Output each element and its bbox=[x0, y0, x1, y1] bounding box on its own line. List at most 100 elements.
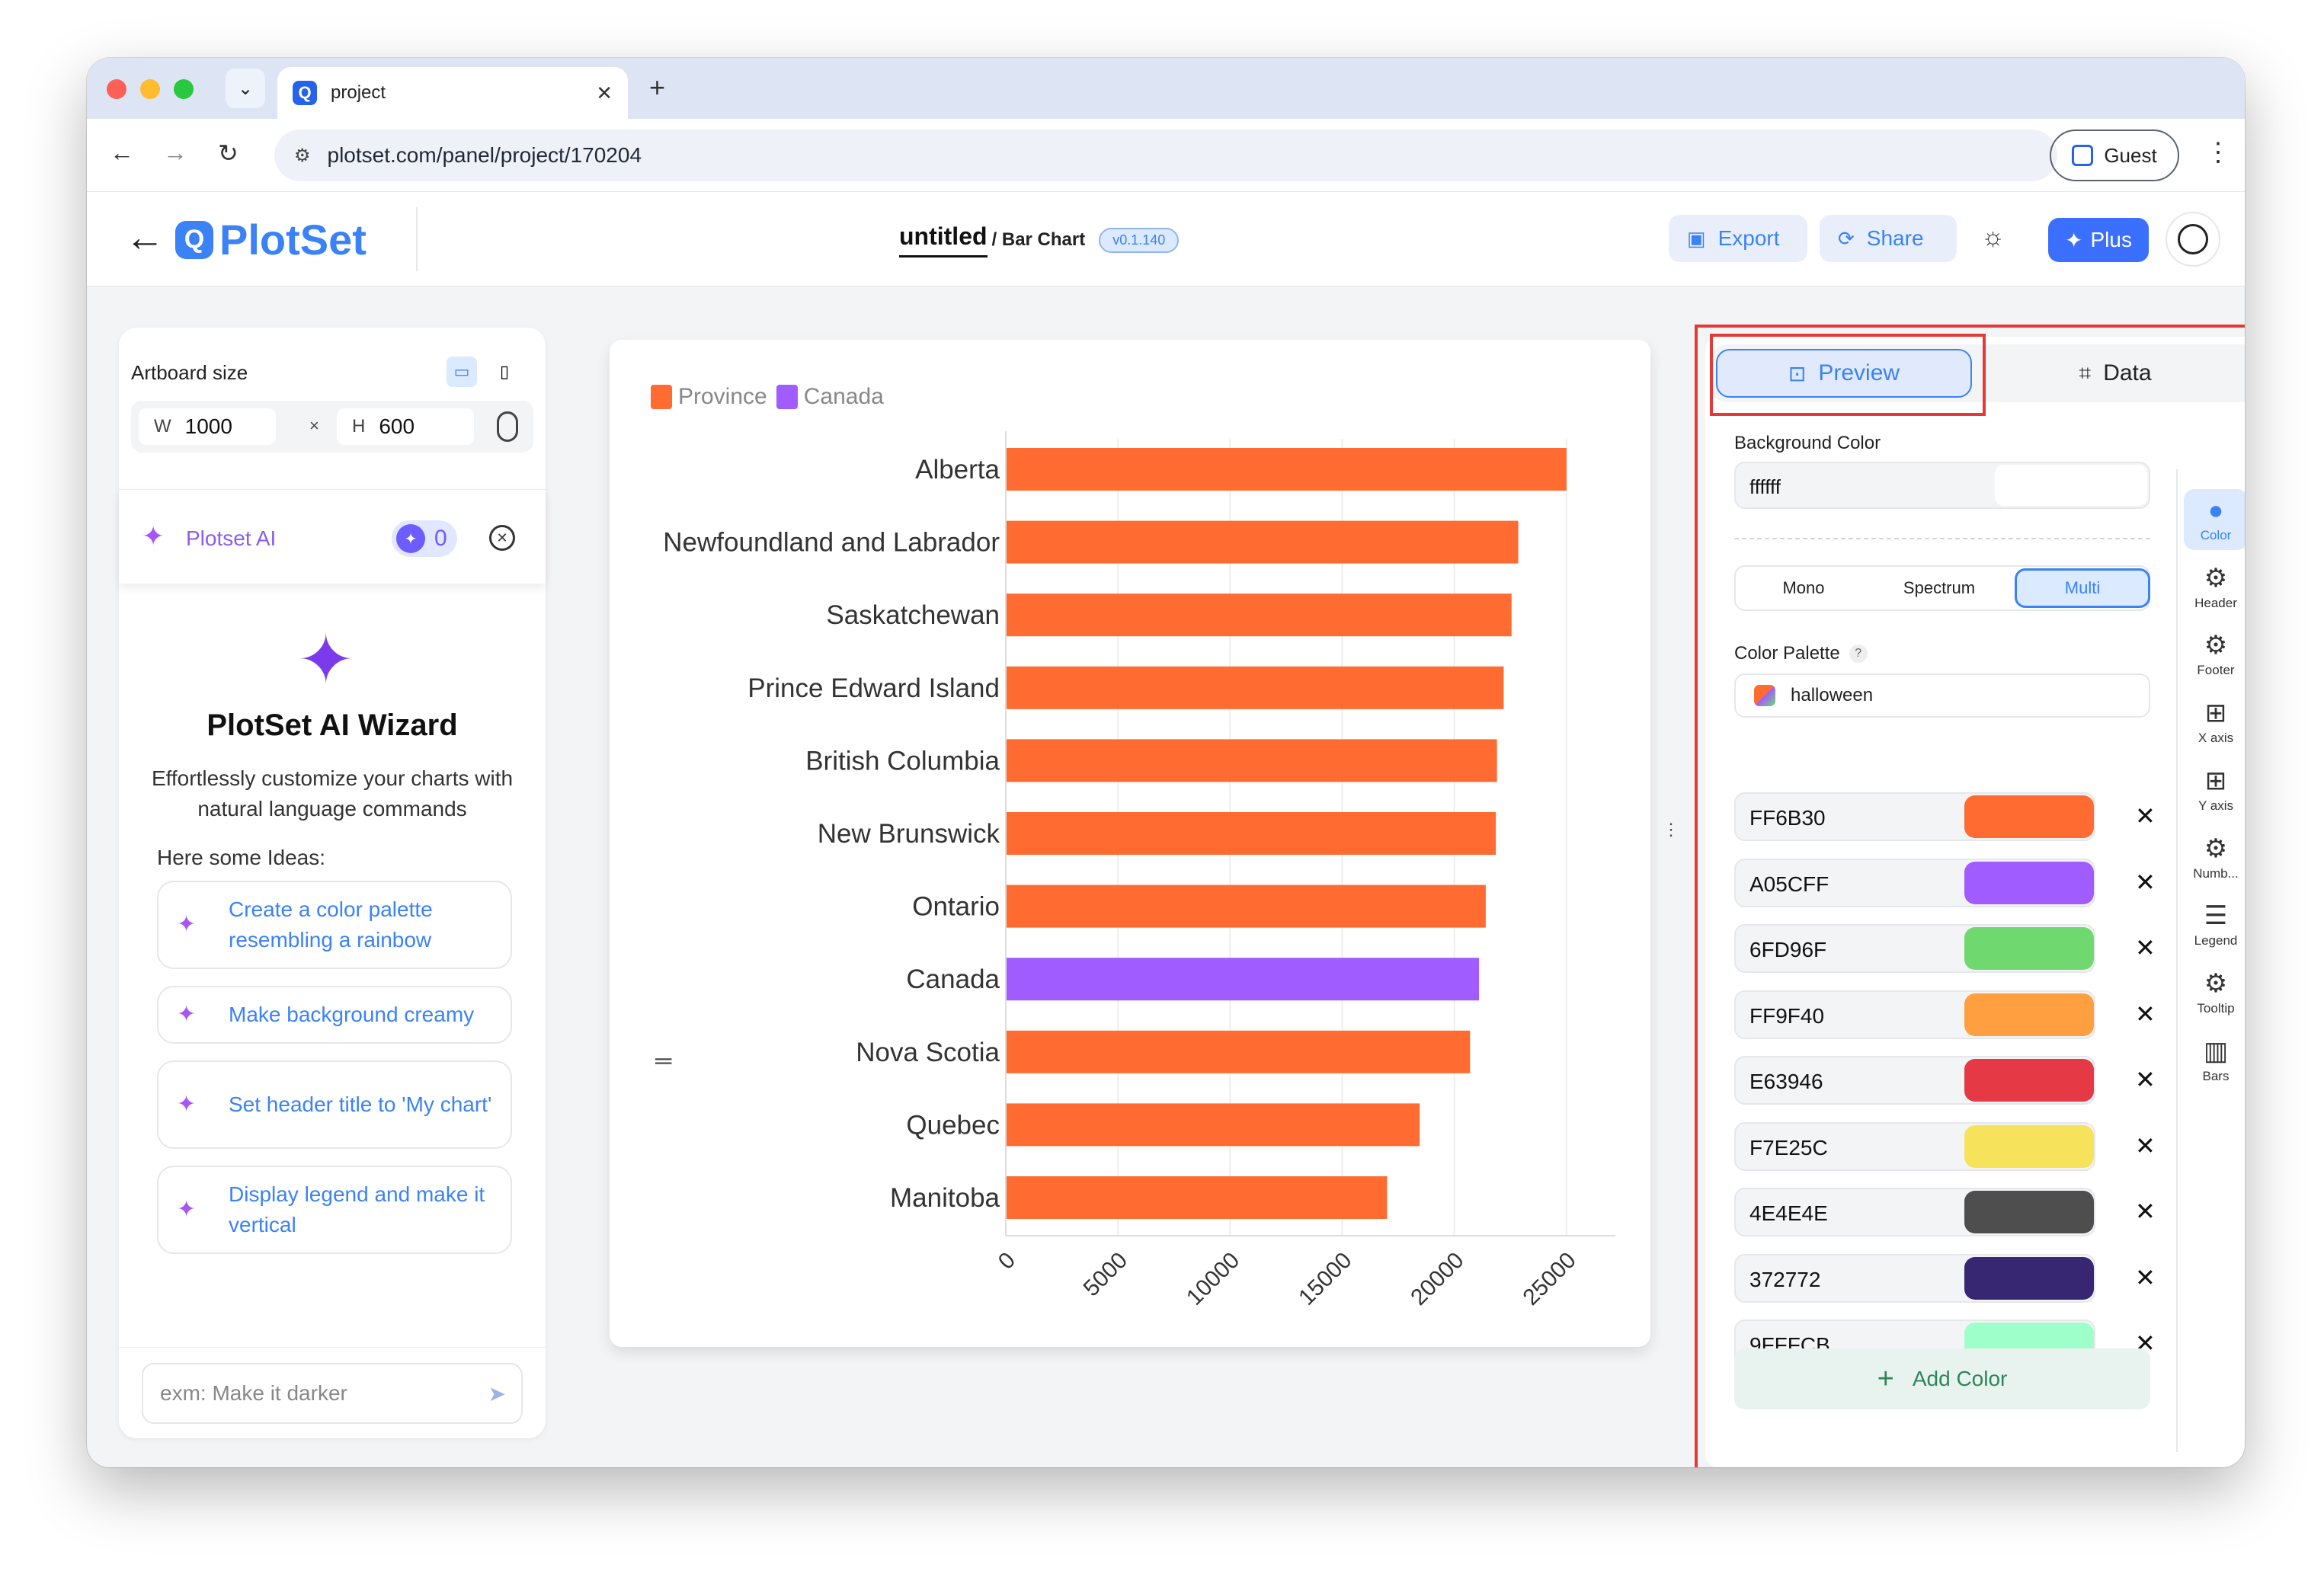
bar-alberta[interactable] bbox=[1006, 448, 1567, 491]
color-swatch[interactable] bbox=[1964, 927, 2094, 970]
color-hex-field[interactable]: F7E25C bbox=[1734, 1121, 2095, 1171]
tool-footer[interactable]: ⚙ Footer bbox=[2184, 624, 2245, 685]
plus-icon: + bbox=[1877, 1362, 1894, 1395]
remove-color-icon[interactable]: ✕ bbox=[2135, 1065, 2156, 1094]
color-hex-field[interactable]: E63946 bbox=[1734, 1056, 2095, 1105]
site-settings-icon[interactable]: ⚙ bbox=[294, 145, 311, 167]
tool-y-axis[interactable]: ⊞ Y axis bbox=[2184, 760, 2245, 820]
close-window-button[interactable] bbox=[107, 79, 126, 99]
color-swatch[interactable] bbox=[1964, 1124, 2094, 1168]
color-row: F7E25C ✕ bbox=[1734, 1121, 2156, 1171]
forward-arrow-icon[interactable]: → bbox=[163, 139, 187, 167]
desktop-icon[interactable]: ▭ bbox=[447, 357, 477, 387]
resize-handle-icon[interactable]: ═ bbox=[655, 1048, 671, 1074]
remove-color-icon[interactable]: ✕ bbox=[2135, 1131, 2156, 1160]
color-swatch[interactable] bbox=[1964, 1191, 2094, 1233]
plus-upgrade-button[interactable]: ✦ Plus bbox=[2048, 218, 2149, 262]
height-field[interactable]: H 600 bbox=[337, 408, 474, 445]
background-color-field[interactable]: ffffff bbox=[1734, 462, 2150, 509]
tool-color[interactable]: ● Color bbox=[2184, 489, 2245, 550]
idea-button[interactable]: ✦ Display legend and make it vertical bbox=[157, 1166, 512, 1254]
close-ai-icon[interactable]: ✕ bbox=[489, 525, 515, 551]
color-swatch[interactable] bbox=[1964, 861, 2094, 904]
width-field[interactable]: W 1000 bbox=[139, 408, 276, 445]
close-tab-icon[interactable]: ✕ bbox=[596, 82, 613, 105]
lock-ratio-icon[interactable] bbox=[497, 411, 518, 442]
idea-button[interactable]: ✦ Create a color palette resembling a ra… bbox=[157, 881, 512, 969]
remove-color-icon[interactable]: ✕ bbox=[2135, 1000, 2156, 1028]
send-icon[interactable]: ➤ bbox=[488, 1381, 506, 1406]
color-hex-field[interactable]: A05CFF bbox=[1734, 858, 2095, 907]
idea-button[interactable]: ✦ Make background creamy bbox=[157, 986, 512, 1044]
mode-mono[interactable]: Mono bbox=[1736, 567, 1871, 609]
category-label: Prince Edward Island bbox=[747, 673, 1000, 703]
tool-tooltip[interactable]: ⚙ Tooltip bbox=[2184, 962, 2245, 1023]
browser-menu-icon[interactable]: ⋮ bbox=[2205, 137, 2231, 168]
bar-canada[interactable] bbox=[1006, 958, 1480, 1001]
account-avatar-button[interactable] bbox=[2166, 212, 2220, 267]
bar-ontario[interactable] bbox=[1006, 884, 1486, 928]
bar-saskatchewan[interactable] bbox=[1006, 593, 1512, 637]
color-mode-switch: Mono Spectrum Multi bbox=[1734, 565, 2150, 611]
color-hex-field[interactable]: FF6B30 bbox=[1734, 792, 2095, 841]
tool-x-axis[interactable]: ⊞ X axis bbox=[2184, 692, 2245, 753]
add-color-button[interactable]: + Add Color bbox=[1734, 1348, 2150, 1409]
tool-legend[interactable]: ☰ Legend bbox=[2184, 894, 2245, 955]
color-hex-field[interactable]: 4E4E4E bbox=[1734, 1188, 2095, 1236]
new-tab-button[interactable]: + bbox=[649, 72, 665, 104]
reload-icon[interactable]: ↻ bbox=[218, 139, 238, 168]
tab-search-button[interactable]: ⌄ bbox=[226, 69, 265, 108]
bar-prince-edward-island[interactable] bbox=[1006, 666, 1504, 709]
maximize-window-button[interactable] bbox=[174, 79, 194, 99]
color-swatch[interactable] bbox=[1964, 795, 2094, 838]
theme-toggle-sun-icon[interactable]: ☼ bbox=[1981, 222, 2005, 252]
color-swatch[interactable] bbox=[1964, 1256, 2094, 1300]
x-tick-label: 25000 bbox=[1518, 1248, 1580, 1310]
browser-window: ⌄ Q project ✕ + ← → ↻ ⚙ plotset.com/pane… bbox=[87, 58, 2245, 1467]
remove-color-icon[interactable]: ✕ bbox=[2135, 1197, 2156, 1226]
color-hex-field[interactable]: 372772 bbox=[1734, 1253, 2095, 1303]
bar-newfoundland-and-labrador[interactable] bbox=[1006, 520, 1519, 564]
ai-prompt-input[interactable]: exm: Make it darker ➤ bbox=[142, 1363, 523, 1424]
color-hex-field[interactable]: FF9F40 bbox=[1734, 990, 2095, 1039]
idea-button[interactable]: ✦ Set header title to 'My chart' bbox=[157, 1060, 512, 1149]
color-hex-value: 6FD96F bbox=[1749, 938, 1827, 961]
remove-color-icon[interactable]: ✕ bbox=[2135, 933, 2156, 962]
document-title[interactable]: untitled bbox=[899, 222, 988, 258]
side-handle-icon[interactable]: ⋮ bbox=[1663, 820, 1679, 840]
remove-color-icon[interactable]: ✕ bbox=[2135, 801, 2156, 830]
tool-bars[interactable]: ▥ Bars bbox=[2184, 1030, 2245, 1091]
mode-spectrum[interactable]: Spectrum bbox=[1871, 567, 2007, 609]
chart-artboard[interactable]: Province Canada Alberta Newfoundland and … bbox=[610, 340, 1650, 1347]
palette-select[interactable]: halloween bbox=[1734, 673, 2150, 718]
guest-profile-button[interactable]: Guest bbox=[2050, 130, 2179, 181]
browser-tab[interactable]: Q project ✕ bbox=[277, 67, 628, 119]
mode-multi[interactable]: Multi bbox=[2015, 568, 2150, 608]
mobile-icon[interactable]: ▯ bbox=[489, 357, 520, 387]
bar-new-brunswick[interactable] bbox=[1006, 812, 1497, 855]
help-icon[interactable]: ? bbox=[1849, 645, 1868, 663]
color-hex-field[interactable]: 6FD96F bbox=[1734, 924, 2095, 973]
bar-manitoba[interactable] bbox=[1006, 1176, 1388, 1219]
back-arrow-icon[interactable]: ← bbox=[110, 139, 134, 167]
color-swatch[interactable] bbox=[1964, 1059, 2094, 1102]
tool-numb[interactable]: ⚙ Numb... bbox=[2184, 827, 2245, 888]
tab-data[interactable]: ⌗ Data bbox=[1986, 349, 2245, 398]
minimize-window-button[interactable] bbox=[140, 79, 160, 99]
remove-color-icon[interactable]: ✕ bbox=[2135, 868, 2156, 897]
remove-color-icon[interactable]: ✕ bbox=[2135, 1263, 2156, 1292]
export-button[interactable]: ▣ Export bbox=[1669, 215, 1807, 262]
bar-quebec[interactable] bbox=[1006, 1103, 1420, 1147]
color-swatch[interactable] bbox=[1964, 993, 2094, 1036]
tool-header[interactable]: ⚙ Header bbox=[2184, 557, 2245, 618]
ai-credits-count: 0 bbox=[434, 526, 447, 551]
plotset-logo[interactable]: Q PlotSet bbox=[175, 215, 367, 264]
bar-nova-scotia[interactable] bbox=[1006, 1030, 1471, 1073]
version-badge: v0.1.140 bbox=[1099, 227, 1180, 253]
share-button[interactable]: ⟳ Share bbox=[1820, 215, 1957, 262]
add-color-label: Add Color bbox=[1912, 1367, 2008, 1390]
back-arrow-icon[interactable]: ← bbox=[125, 215, 165, 261]
url-bar[interactable]: ⚙ plotset.com/panel/project/170204 bbox=[274, 130, 2057, 181]
background-color-swatch[interactable] bbox=[1995, 465, 2147, 506]
bar-british-columbia[interactable] bbox=[1006, 739, 1497, 782]
